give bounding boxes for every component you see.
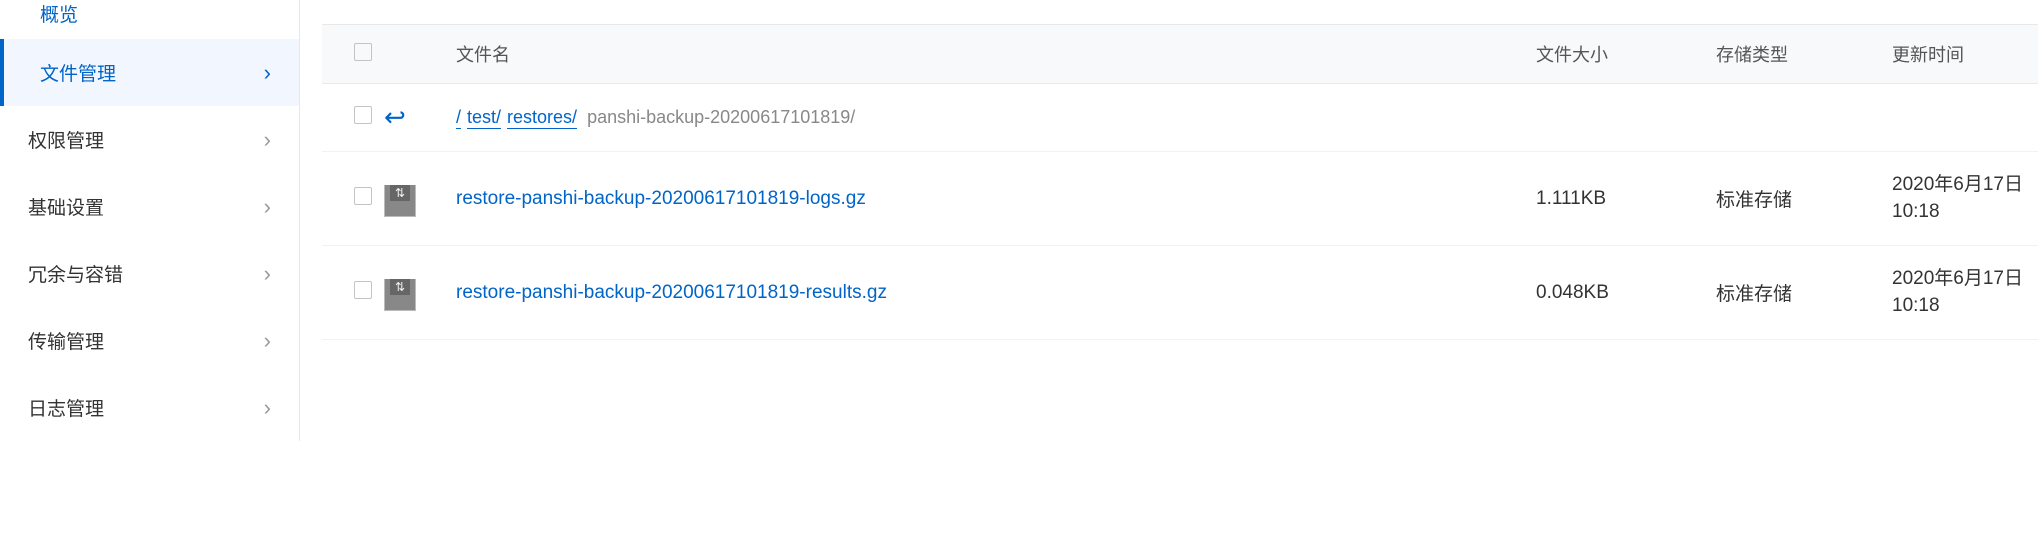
chevron-right-icon: › — [264, 194, 271, 220]
sidebar-item-label: 文件管理 — [40, 59, 116, 86]
file-size: 1.111KB — [1536, 188, 1716, 210]
chevron-right-icon: › — [264, 127, 271, 153]
file-name-link[interactable]: restore-panshi-backup-20200617101819-log… — [456, 188, 866, 209]
sidebar-item-label: 概览 — [40, 0, 78, 27]
sidebar-item-logs[interactable]: 日志管理 › — [0, 374, 299, 441]
sidebar-item-transfer[interactable]: 传输管理 › — [0, 307, 299, 374]
chevron-right-icon: › — [264, 261, 271, 287]
breadcrumb-part[interactable]: test/ — [467, 107, 501, 129]
table-row: ⇅ restore-panshi-backup-20200617101819-r… — [322, 246, 2038, 340]
chevron-right-icon: › — [264, 328, 271, 354]
sidebar-item-overview[interactable]: 概览 — [0, 0, 299, 39]
file-table: 文件名 文件大小 存储类型 更新时间 ↩ / test/ restores/ p… — [322, 24, 2038, 340]
chevron-right-icon: › — [264, 395, 271, 421]
row-checkbox[interactable] — [354, 281, 372, 299]
sidebar-item-label: 日志管理 — [28, 394, 104, 421]
breadcrumb-row: ↩ / test/ restores/ panshi-backup-202006… — [322, 84, 2038, 152]
sidebar-item-basic-settings[interactable]: 基础设置 › — [0, 173, 299, 240]
breadcrumb: / test/ restores/ panshi-backup-20200617… — [456, 107, 2038, 129]
sidebar-item-label: 传输管理 — [28, 327, 104, 354]
sidebar-item-label: 冗余与容错 — [28, 260, 123, 287]
column-header-storage: 存储类型 — [1716, 41, 1892, 67]
sidebar-item-file-management[interactable]: 文件管理 › — [0, 39, 299, 106]
sidebar-item-label: 权限管理 — [28, 126, 104, 153]
column-header-size: 文件大小 — [1536, 41, 1716, 67]
file-updated-time: 2020年6月17日 10:18 — [1892, 266, 2038, 319]
file-name-link[interactable]: restore-panshi-backup-20200617101819-res… — [456, 282, 887, 303]
sidebar-item-redundancy[interactable]: 冗余与容错 › — [0, 240, 299, 307]
file-updated-time: 2020年6月17日 10:18 — [1892, 172, 2038, 225]
sidebar-item-permissions[interactable]: 权限管理 › — [0, 106, 299, 173]
row-checkbox[interactable] — [354, 106, 372, 124]
file-storage-type: 标准存储 — [1716, 185, 1892, 212]
column-header-updated: 更新时间 — [1892, 41, 2038, 67]
row-checkbox[interactable] — [354, 187, 372, 205]
table-header: 文件名 文件大小 存储类型 更新时间 — [322, 24, 2038, 84]
file-size: 0.048KB — [1536, 282, 1716, 304]
sidebar: 概览 文件管理 › 权限管理 › 基础设置 › 冗余与容错 › 传输管理 › 日… — [0, 0, 300, 441]
chevron-right-icon: › — [264, 60, 271, 86]
file-archive-icon: ⇅ — [384, 185, 416, 217]
select-all-checkbox[interactable] — [354, 43, 372, 61]
column-header-name: 文件名 — [456, 41, 1536, 67]
file-storage-type: 标准存储 — [1716, 279, 1892, 306]
breadcrumb-part[interactable]: restores/ — [507, 107, 577, 129]
back-icon[interactable]: ↩ — [384, 102, 406, 133]
main-content: 文件名 文件大小 存储类型 更新时间 ↩ / test/ restores/ p… — [300, 0, 2038, 441]
sidebar-item-label: 基础设置 — [28, 193, 104, 220]
breadcrumb-current: panshi-backup-20200617101819/ — [587, 107, 855, 128]
toolbar — [322, 0, 2038, 6]
breadcrumb-root[interactable]: / — [456, 107, 461, 129]
table-row: ⇅ restore-panshi-backup-20200617101819-l… — [322, 152, 2038, 246]
file-archive-icon: ⇅ — [384, 279, 416, 311]
